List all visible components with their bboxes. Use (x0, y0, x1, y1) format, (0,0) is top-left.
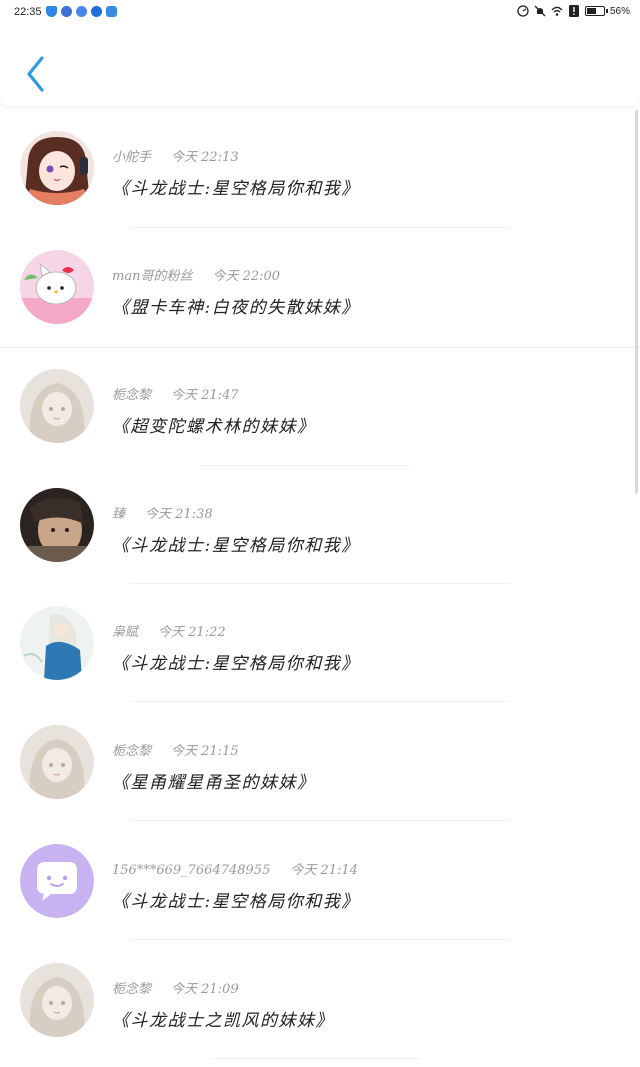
status-time: 22:35 (14, 6, 42, 18)
scrollbar[interactable] (635, 110, 638, 494)
username[interactable]: 栀念黎 (112, 978, 151, 997)
alert-icon (568, 5, 579, 17)
timestamp: 今天 21:38 (145, 507, 213, 522)
list-item[interactable]: 栀念黎 今天 21:47 《超变陀螺术林的妹妹》 (0, 348, 640, 466)
list-item[interactable]: 栀念黎 今天 21:15 《星甬耀星甬圣的妹妹》 (0, 702, 640, 821)
comment-title[interactable]: 《斗龙战士之凯风的妹妹》 (112, 1006, 334, 1031)
username[interactable]: 156***669_7664748955 (112, 863, 270, 878)
status-bar: 22:35 56% (0, 0, 640, 26)
username[interactable]: 栀念黎 (112, 740, 151, 759)
header (0, 26, 640, 106)
status-right: 56% (517, 5, 630, 17)
list-item[interactable]: man哥的粉丝 今天 22:00 《盟卡车神:白夜的失散妹妹》 (0, 228, 640, 346)
avatar[interactable] (20, 369, 94, 443)
timestamp: 今天 22:13 (171, 150, 239, 165)
list-item[interactable]: 156***669_7664748955 今天 21:14 《斗龙战士:星空格局… (0, 821, 640, 940)
comment-meta: 栀念黎 今天 21:09 (112, 978, 239, 997)
list-item[interactable]: 栀念黎 今天 21:09 《斗龙战士之凯风的妹妹》 (0, 940, 640, 1059)
comment-meta: 156***669_7664748955 今天 21:14 (112, 859, 358, 878)
browser-app-icon (61, 6, 72, 17)
comment-list: 小舵手 今天 22:13 《斗龙战士:星空格局你和我》 man哥的粉丝 今天 2… (0, 110, 640, 1067)
comment-meta: 栀念黎 今天 21:47 (112, 384, 239, 403)
comment-meta: 枭赋 今天 21:22 (112, 621, 226, 640)
comment-title[interactable]: 《超变陀螺术林的妹妹》 (112, 412, 316, 437)
speedometer-icon (517, 5, 529, 17)
avatar[interactable] (20, 131, 94, 205)
comment-title[interactable]: 《星甬耀星甬圣的妹妹》 (112, 768, 316, 793)
notification-icons (46, 6, 117, 17)
timestamp: 今天 22:00 (212, 269, 281, 284)
battery-icon (584, 6, 608, 16)
comment-title[interactable]: 《斗龙战士:星空格局你和我》 (112, 174, 360, 199)
username[interactable]: 枭赋 (112, 621, 138, 640)
list-item[interactable]: 小舵手 今天 22:13 《斗龙战士:星空格局你和我》 (0, 110, 640, 228)
chevron-left-icon (27, 56, 44, 92)
avatar[interactable] (20, 250, 94, 324)
back-button[interactable] (22, 54, 50, 94)
timestamp: 今天 21:22 (158, 625, 226, 640)
avatar[interactable] (20, 725, 94, 799)
username[interactable]: 臻 (112, 503, 125, 522)
comment-meta: 小舵手 今天 22:13 (112, 146, 239, 165)
comment-title[interactable]: 《斗龙战士:星空格局你和我》 (112, 531, 360, 556)
divider (210, 1058, 420, 1059)
music-app-icon (76, 6, 87, 17)
timestamp: 今天 21:09 (171, 982, 239, 997)
username[interactable]: man哥的粉丝 (112, 265, 192, 284)
avatar[interactable] (20, 844, 94, 918)
wifi-icon (551, 6, 563, 16)
comment-title[interactable]: 《盟卡车神:白夜的失散妹妹》 (112, 293, 360, 318)
comment-meta: 臻 今天 21:38 (112, 503, 213, 522)
comment-meta: 栀念黎 今天 21:15 (112, 740, 239, 759)
mute-bell-icon (534, 5, 546, 17)
avatar[interactable] (20, 488, 94, 562)
avatar[interactable] (20, 606, 94, 680)
message-app-icon (91, 6, 102, 17)
comment-title[interactable]: 《斗龙战士:星空格局你和我》 (112, 887, 360, 912)
username[interactable]: 栀念黎 (112, 384, 151, 403)
timestamp: 今天 21:47 (171, 388, 239, 403)
list-item[interactable]: 枭赋 今天 21:22 《斗龙战士:星空格局你和我》 (0, 584, 640, 702)
comment-meta: man哥的粉丝 今天 22:00 (112, 265, 280, 284)
avatar[interactable] (20, 963, 94, 1037)
comment-title[interactable]: 《斗龙战士:星空格局你和我》 (112, 649, 360, 674)
username[interactable]: 小舵手 (112, 146, 151, 165)
timestamp: 今天 21:14 (290, 863, 358, 878)
battery-percent: 56% (609, 5, 630, 17)
cloud-app-icon (106, 6, 117, 17)
timestamp: 今天 21:15 (171, 744, 239, 759)
list-item[interactable]: 臻 今天 21:38 《斗龙战士:星空格局你和我》 (0, 466, 640, 584)
shield-app-icon (46, 6, 57, 17)
